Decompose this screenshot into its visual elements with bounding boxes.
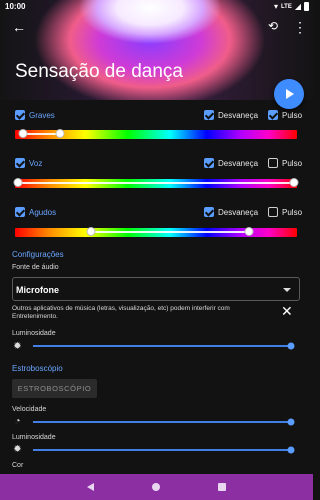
graves-pulso-checkbox[interactable] (268, 110, 278, 120)
graves-range-end-handle[interactable] (55, 129, 65, 138)
status-icons: ▾ LTE ◢ (274, 2, 309, 11)
agudos-desvaneca-label: Desvaneça (218, 208, 259, 217)
config-brightness-label: Luminosidade (12, 330, 56, 337)
speedometer-icon: ◔ (14, 416, 21, 427)
agudos-range-selection (91, 231, 250, 233)
status-time: 10:00 (5, 2, 26, 11)
close-icon[interactable]: ✕ (281, 304, 293, 318)
brightness-icon: ✹ (13, 341, 22, 352)
voz-range-selection (17, 182, 295, 184)
strobe-brightness-label: Luminosidade (12, 434, 56, 441)
agudos-pulso-checkbox[interactable] (268, 207, 278, 217)
config-section-title: Configurações (12, 250, 64, 259)
agudos-range-start-handle[interactable] (86, 227, 96, 236)
voz-range-end-handle[interactable] (289, 178, 299, 187)
voz-desvaneca-checkbox[interactable] (204, 158, 214, 168)
agudos-range-end-handle[interactable] (244, 227, 254, 236)
history-icon[interactable]: ⟲ (268, 20, 278, 32)
more-menu-icon[interactable]: ⋮ (293, 20, 307, 34)
graves-desvaneca-label: Desvaneça (218, 111, 259, 120)
voz-pulso-checkbox[interactable] (268, 158, 278, 168)
voz-label: Voz (29, 159, 43, 168)
nav-home-icon[interactable] (152, 483, 160, 491)
band-row-graves: Graves Desvaneça Pulso (0, 108, 313, 122)
voz-desvaneca-label: Desvaneça (218, 159, 259, 168)
status-bar: 10:00 ▾ LTE ◢ (0, 0, 313, 14)
voz-color-range-slider[interactable] (13, 178, 299, 188)
nav-back-icon[interactable] (87, 483, 94, 491)
wifi-icon: ▾ (273, 2, 278, 11)
strobe-brightness-slider[interactable] (33, 449, 291, 451)
config-brightness-slider[interactable] (33, 345, 291, 347)
strobe-brightness-handle[interactable] (287, 446, 295, 454)
system-nav-bar (0, 474, 313, 500)
audio-source-value: Microfone (16, 285, 60, 295)
voz-range-start-handle[interactable] (13, 178, 23, 187)
config-brightness-handle[interactable] (287, 342, 295, 350)
play-icon (286, 89, 294, 99)
strobe-speed-slider[interactable] (33, 421, 291, 423)
agudos-color-range-slider[interactable] (15, 227, 297, 237)
agudos-desvaneca-checkbox[interactable] (204, 207, 214, 217)
graves-color-range-slider[interactable] (15, 129, 297, 139)
graves-pulso-label: Pulso (282, 111, 303, 120)
strobe-button[interactable]: ESTROBOSCÓPIO (12, 379, 97, 398)
strobe-color-label: Cor (12, 462, 24, 469)
brightness-icon: ✹ (13, 444, 22, 455)
interference-note: Outros aplicativos de música (letras, vi… (12, 305, 230, 320)
graves-label: Graves (29, 111, 55, 120)
battery-icon (304, 2, 309, 11)
nav-recents-icon[interactable] (218, 483, 226, 491)
signal-icon: ◢ (294, 2, 301, 11)
band-row-agudos: Agudos Desvaneça Pulso (0, 205, 313, 219)
dropdown-arrow-icon (283, 288, 291, 292)
back-arrow-icon[interactable]: ← (12, 20, 26, 34)
voz-checkbox[interactable] (15, 158, 25, 168)
graves-range-start-handle[interactable] (18, 129, 28, 138)
strobe-speed-handle[interactable] (287, 418, 295, 426)
page-title: Sensação de dança (15, 61, 183, 82)
strobe-speed-label: Velocidade (12, 406, 47, 413)
graves-checkbox[interactable] (15, 110, 25, 120)
network-type: LTE (280, 3, 292, 10)
voz-pulso-label: Pulso (282, 159, 303, 168)
hero-image: ← ⟲ ⋮ Sensação de dança (0, 0, 313, 100)
audio-source-dropdown[interactable]: Microfone (12, 277, 300, 301)
strobe-section-title: Estroboscópio (12, 364, 63, 373)
play-button[interactable] (274, 79, 304, 109)
agudos-label: Agudos (29, 208, 57, 217)
agudos-checkbox[interactable] (15, 207, 25, 217)
graves-desvaneca-checkbox[interactable] (204, 110, 214, 120)
graves-range-selection (23, 133, 61, 135)
audio-source-label: Fonte de áudio (12, 264, 59, 271)
agudos-pulso-label: Pulso (282, 208, 303, 217)
band-row-voz: Voz Desvaneça Pulso (0, 156, 313, 170)
